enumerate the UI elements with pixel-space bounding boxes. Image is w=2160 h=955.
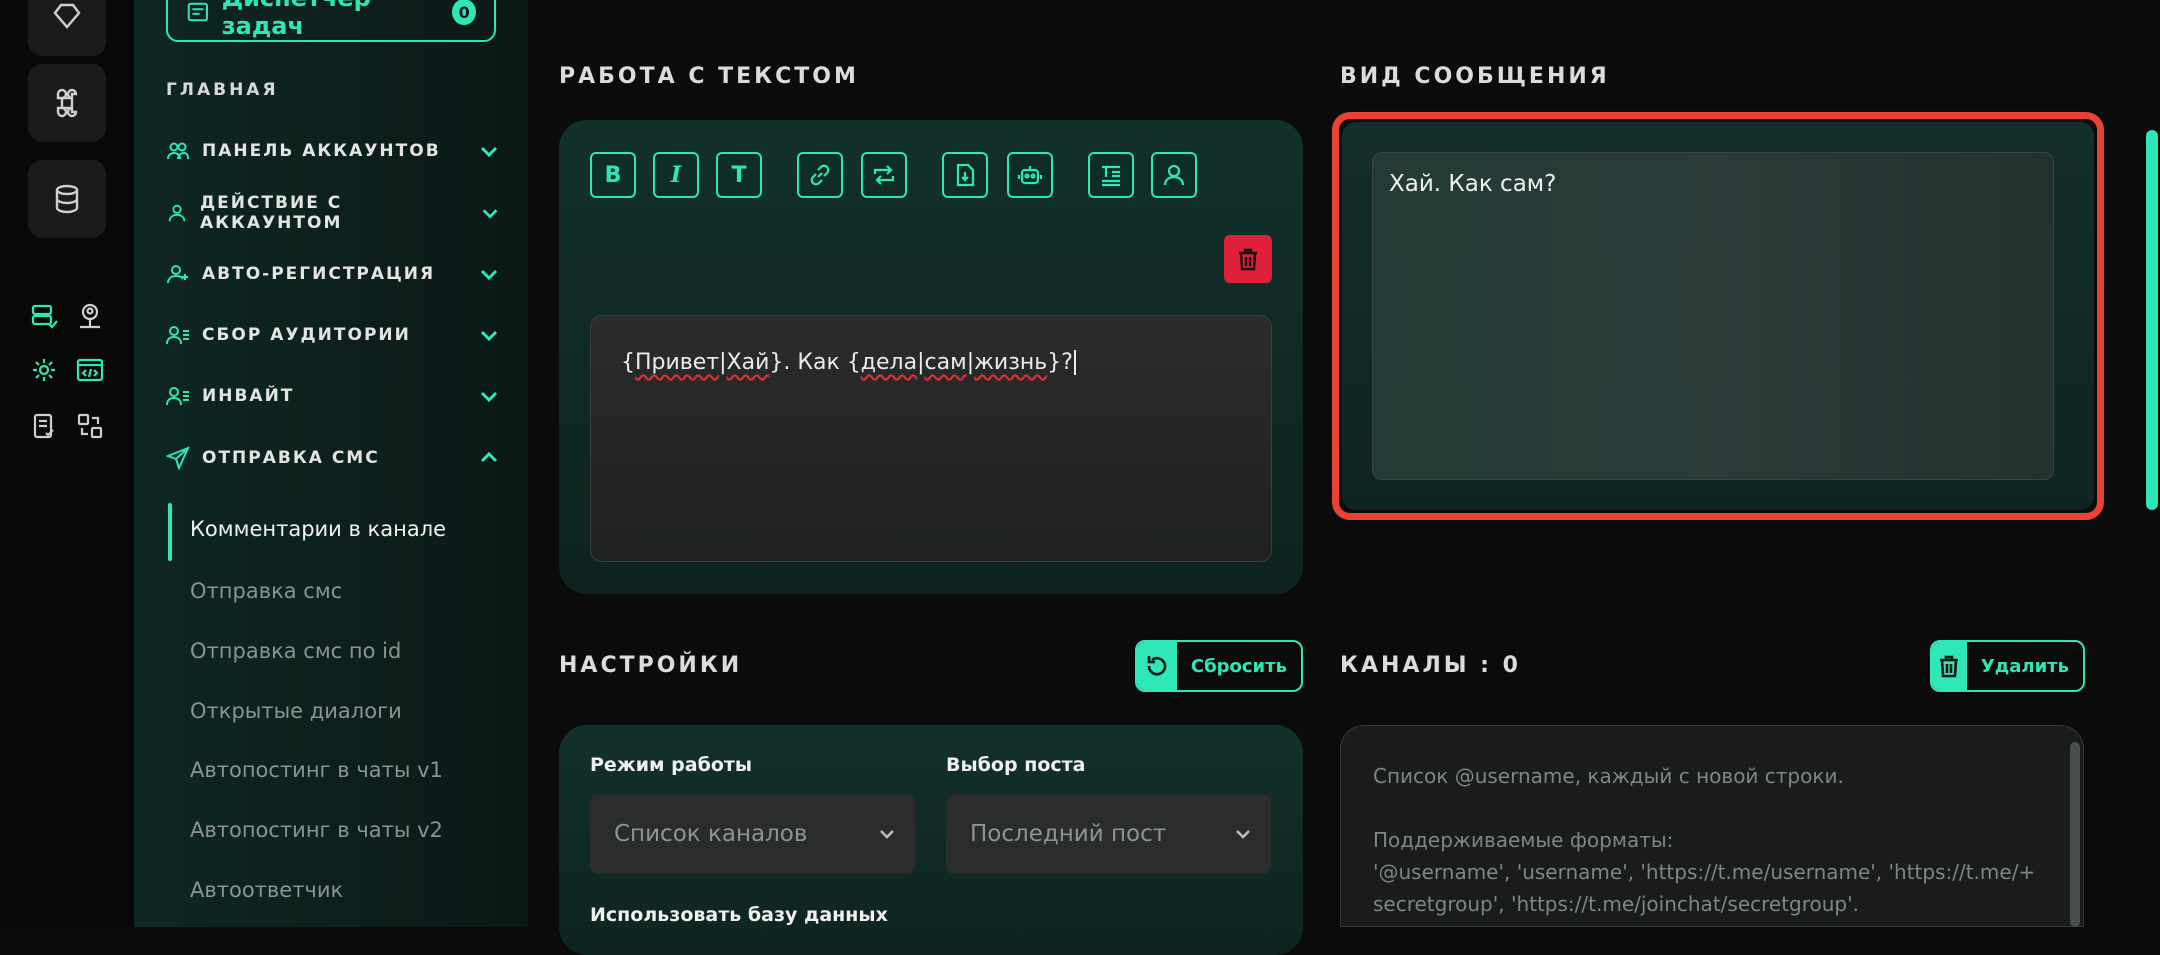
text-cursor <box>1073 350 1076 375</box>
placeholder-line: Список @username, каждый с новой строки. <box>1373 764 1844 788</box>
chevron-down-icon <box>482 209 498 219</box>
placeholder-line: secretgroup', 'https://t.me/joinchat/sec… <box>1373 892 1859 916</box>
repeat-button[interactable] <box>861 152 907 198</box>
repeat-icon <box>873 165 895 185</box>
delete-channels-button[interactable]: Удалить <box>1930 640 2085 692</box>
mode-select[interactable]: Список каналов <box>590 794 915 874</box>
task-manager-button[interactable]: Диспетчер задач 0 <box>166 0 496 42</box>
user-icon <box>1163 164 1185 186</box>
chevron-up-icon <box>480 451 498 463</box>
reset-icon <box>1147 656 1167 676</box>
swap-icon[interactable] <box>74 410 106 442</box>
code-window-icon[interactable] <box>74 354 106 386</box>
sidebar-subitem-autoresponder[interactable]: Автоответчик <box>190 878 343 902</box>
database-icon-button[interactable] <box>28 160 106 238</box>
message-preview: Хай. Как сам? <box>1372 152 2054 480</box>
server-check-icon[interactable] <box>28 300 60 332</box>
file-import-button[interactable] <box>942 152 988 198</box>
active-indicator <box>168 503 172 561</box>
text-section-title: РАБОТА С ТЕКСТОМ <box>559 64 859 89</box>
chevron-down-icon <box>480 269 498 281</box>
chevron-down-icon <box>480 146 498 158</box>
sidebar-subitem-autoposting-v1[interactable]: Автопостинг в чаты v1 <box>190 758 443 782</box>
user-list-icon <box>166 387 189 406</box>
diamond-icon-button[interactable] <box>28 0 106 56</box>
italic-button[interactable]: I <box>653 152 699 198</box>
diamond-icon <box>53 3 81 29</box>
chevron-down-icon <box>1236 830 1250 839</box>
sidebar: Диспетчер задач 0 ГЛАВНАЯ ПАНЕЛЬ АККАУНТ… <box>134 0 528 927</box>
sidebar-subitem-open-dialogs[interactable]: Открытые диалоги <box>190 699 402 723</box>
ai-bot-button[interactable] <box>1007 152 1053 198</box>
sidebar-item-accounts-panel[interactable]: ПАНЕЛЬ АККАУНТОВ <box>166 131 500 171</box>
user-plus-icon <box>167 265 188 284</box>
user-pin-icon[interactable] <box>74 300 106 332</box>
chevron-down-icon <box>480 330 498 342</box>
trash-icon <box>1940 655 1959 678</box>
reset-button[interactable]: Сбросить <box>1135 640 1303 692</box>
channels-section-title: КАНАЛЫ : 0 <box>1340 653 1521 678</box>
command-icon <box>56 88 78 118</box>
sidebar-subitem-send-sms[interactable]: Отправка смс <box>190 579 342 603</box>
send-icon <box>166 446 190 470</box>
mode-label: Режим работы <box>590 754 753 776</box>
user-icon <box>168 204 186 222</box>
sidebar-item-account-actions[interactable]: ДЕЙСТВИЕ С АККАУНТОМ <box>166 193 500 233</box>
task-list-icon <box>187 2 208 22</box>
trash-icon <box>1239 248 1257 271</box>
post-label: Выбор поста <box>946 754 1086 776</box>
link-button[interactable] <box>797 152 843 198</box>
text-format-button[interactable] <box>1088 152 1134 198</box>
text-button[interactable]: T <box>716 152 762 198</box>
text-align-icon <box>1102 165 1120 187</box>
link-icon <box>810 164 830 186</box>
chevron-down-icon <box>480 391 498 403</box>
page-scrollbar[interactable] <box>2146 130 2158 510</box>
sidebar-heading: ГЛАВНАЯ <box>166 80 279 100</box>
task-manager-label: Диспетчер задач <box>221 0 371 40</box>
document-check-icon[interactable] <box>28 410 60 442</box>
database-icon <box>55 184 79 214</box>
placeholder-line: Поддерживаемые форматы: <box>1373 828 1674 852</box>
channels-input[interactable]: Список @username, каждый с новой строки.… <box>1340 725 2084 927</box>
icon-rail <box>0 0 134 927</box>
users-icon <box>167 142 189 160</box>
sidebar-item-auto-registration[interactable]: АВТО-РЕГИСТРАЦИЯ <box>166 254 500 294</box>
sidebar-subitem-autoposting-v2[interactable]: Автопостинг в чаты v2 <box>190 818 443 842</box>
sidebar-subitem-send-sms-by-id[interactable]: Отправка смс по id <box>190 639 401 663</box>
file-download-icon <box>956 163 975 187</box>
placeholder-line: '@username', 'username', 'https://t.me/u… <box>1373 860 2036 884</box>
user-variable-button[interactable] <box>1151 152 1197 198</box>
chevron-down-icon <box>880 830 894 839</box>
sidebar-item-invite[interactable]: ИНВАЙТ <box>166 376 500 416</box>
sidebar-subitem-channel-comments[interactable]: Комментарии в канале <box>190 517 446 541</box>
command-icon-button[interactable] <box>28 64 106 142</box>
bold-button[interactable]: B <box>590 152 636 198</box>
preview-section-title: ВИД СООБЩЕНИЯ <box>1340 64 1610 89</box>
user-list-icon <box>166 326 189 345</box>
post-select[interactable]: Последний пост <box>946 794 1271 874</box>
robot-icon <box>1017 166 1043 185</box>
task-count-badge: 0 <box>452 0 477 25</box>
sidebar-item-audience[interactable]: СБОР АУДИТОРИИ <box>166 315 500 355</box>
clear-text-button[interactable] <box>1224 235 1272 283</box>
sidebar-item-send-sms[interactable]: ОТПРАВКА СМС <box>166 438 500 478</box>
gear-icon[interactable] <box>28 354 60 386</box>
channels-scrollbar[interactable] <box>2070 742 2080 927</box>
database-label: Использовать базу данных <box>590 904 888 926</box>
settings-section-title: НАСТРОЙКИ <box>559 653 743 678</box>
message-text-input[interactable]: {Привет|Хай}. Как {дела|сам|жизнь}? <box>590 315 1272 562</box>
